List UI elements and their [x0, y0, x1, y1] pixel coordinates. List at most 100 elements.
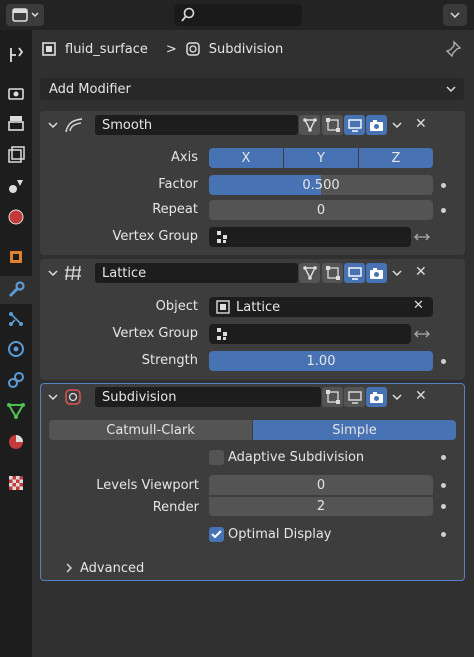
texture-tab-icon[interactable]: [5, 472, 27, 494]
keyframe-dot[interactable]: [441, 208, 446, 213]
add-modifier-label: Add Modifier: [49, 81, 131, 97]
strength-slider[interactable]: 1.00: [209, 351, 433, 371]
data-tab-icon[interactable]: [5, 400, 27, 422]
keyframe-dot[interactable]: [441, 483, 446, 488]
add-modifier-button[interactable]: Add Modifier: [40, 78, 464, 100]
render-toggle[interactable]: [366, 263, 387, 283]
optimal-display-label: Optimal Display: [228, 527, 332, 542]
keyframe-dot[interactable]: [441, 359, 446, 364]
adaptive-checkbox[interactable]: [209, 450, 224, 465]
advanced-subpanel-toggle[interactable]: Advanced: [80, 561, 144, 576]
collapse-chevron-icon[interactable]: [48, 394, 58, 401]
edit-mode-icon: [325, 390, 340, 404]
invert-arrows-icon: [414, 330, 430, 338]
pin-icon[interactable]: [445, 40, 463, 58]
chevron-down-icon: [450, 11, 460, 18]
scene-tab-icon[interactable]: [5, 175, 27, 197]
view-layer-tab-icon[interactable]: [5, 144, 27, 166]
monitor-icon: [347, 118, 362, 132]
keyframe-dot[interactable]: [441, 532, 446, 537]
render-toggle[interactable]: [366, 115, 387, 135]
vertex-group-icon: [217, 231, 227, 243]
keyframe-dot[interactable]: [441, 183, 446, 188]
render-toggle[interactable]: [366, 387, 387, 407]
mesh-object-icon: [42, 42, 56, 56]
physics-tab-icon[interactable]: [5, 338, 27, 360]
adaptive-label: Adaptive Subdivision: [228, 450, 365, 465]
viewport-toggle[interactable]: [344, 387, 365, 407]
axis-y-toggle[interactable]: Y: [284, 148, 358, 168]
levels-viewport-label: Levels Viewport: [96, 478, 199, 493]
axis-x-toggle[interactable]: X: [209, 148, 283, 168]
catmull-clark-tab[interactable]: Catmull-Clark: [49, 420, 252, 440]
modifier-menu-chevron-icon[interactable]: [392, 122, 402, 129]
repeat-field[interactable]: 0: [209, 200, 433, 220]
invert-arrows-icon: [414, 233, 430, 241]
editor-type-button[interactable]: [6, 4, 44, 26]
search-input[interactable]: [174, 4, 302, 26]
options-button[interactable]: [443, 4, 467, 26]
vertex-group-field[interactable]: [209, 227, 411, 247]
edit-mode-toggle[interactable]: [322, 387, 343, 407]
modifier-menu-chevron-icon[interactable]: [392, 394, 402, 401]
modifier-name-field[interactable]: Smooth: [95, 115, 298, 135]
lattice-object-icon: [216, 300, 230, 314]
vertex-triangle-icon: [302, 266, 317, 280]
chevron-down-icon: [446, 86, 456, 93]
modifier-name-field[interactable]: Lattice: [95, 263, 298, 283]
keyframe-dot[interactable]: [441, 455, 446, 460]
edit-mode-toggle[interactable]: [322, 263, 343, 283]
factor-label: Factor: [158, 177, 198, 192]
edit-cage-toggle[interactable]: [299, 115, 320, 135]
render-levels-label: Render: [152, 500, 199, 515]
object-field[interactable]: Lattice ✕: [209, 297, 433, 317]
edit-mode-toggle[interactable]: [322, 115, 343, 135]
camera-icon: [370, 391, 383, 403]
vertex-group-field[interactable]: [209, 324, 411, 344]
render-levels-field[interactable]: 2: [209, 496, 433, 516]
invert-toggle[interactable]: [411, 324, 433, 344]
edit-cage-toggle[interactable]: [299, 263, 320, 283]
modifier-menu-chevron-icon[interactable]: [392, 270, 402, 277]
render-tab-icon[interactable]: [5, 82, 27, 104]
optimal-display-checkbox[interactable]: [209, 527, 224, 542]
viewport-toggle[interactable]: [344, 115, 365, 135]
close-icon[interactable]: ✕: [415, 388, 427, 404]
object-tab-icon[interactable]: [5, 246, 27, 268]
factor-slider[interactable]: 0.500: [209, 175, 433, 195]
modifier-name-field[interactable]: Subdivision: [95, 387, 321, 407]
edit-mode-icon: [325, 118, 340, 132]
tool-tab-icon[interactable]: [5, 44, 27, 66]
checkmark-icon: [211, 530, 222, 539]
clear-icon[interactable]: ✕: [413, 298, 424, 313]
properties-editor-icon: [11, 8, 28, 22]
world-tab-icon[interactable]: [5, 206, 27, 228]
keyframe-dot[interactable]: [441, 504, 446, 509]
levels-viewport-field[interactable]: 0: [209, 475, 433, 495]
simple-tab[interactable]: Simple: [253, 420, 456, 440]
panel-header: Smooth ✕: [40, 111, 465, 141]
chevron-right-icon[interactable]: [66, 563, 74, 573]
close-icon[interactable]: ✕: [415, 264, 427, 280]
particles-tab-icon[interactable]: [5, 308, 27, 330]
axis-z-toggle[interactable]: Z: [359, 148, 433, 168]
invert-toggle[interactable]: [411, 227, 433, 247]
collapse-chevron-icon[interactable]: [48, 270, 58, 277]
viewport-toggle[interactable]: [344, 263, 365, 283]
search-icon: [181, 7, 195, 22]
collapse-chevron-icon[interactable]: [48, 122, 58, 129]
vertex-group-icon: [217, 328, 227, 340]
monitor-icon: [347, 390, 362, 404]
output-tab-icon[interactable]: [5, 112, 27, 134]
chevron-down-icon: [30, 12, 39, 18]
material-tab-icon[interactable]: [5, 431, 27, 453]
panel-header: Lattice ✕: [40, 259, 465, 289]
close-icon[interactable]: ✕: [415, 116, 427, 132]
monitor-icon: [347, 266, 362, 280]
vertex-group-label: Vertex Group: [112, 229, 199, 244]
constraints-tab-icon[interactable]: [5, 369, 27, 391]
breadcrumb-object: fluid_surface: [65, 41, 148, 57]
vertex-triangle-icon: [302, 118, 317, 132]
modifiers-tab-icon[interactable]: [0, 276, 32, 304]
lattice-modifier-panel: Lattice ✕ Object Lattice ✕ Vertex Group …: [40, 259, 465, 380]
